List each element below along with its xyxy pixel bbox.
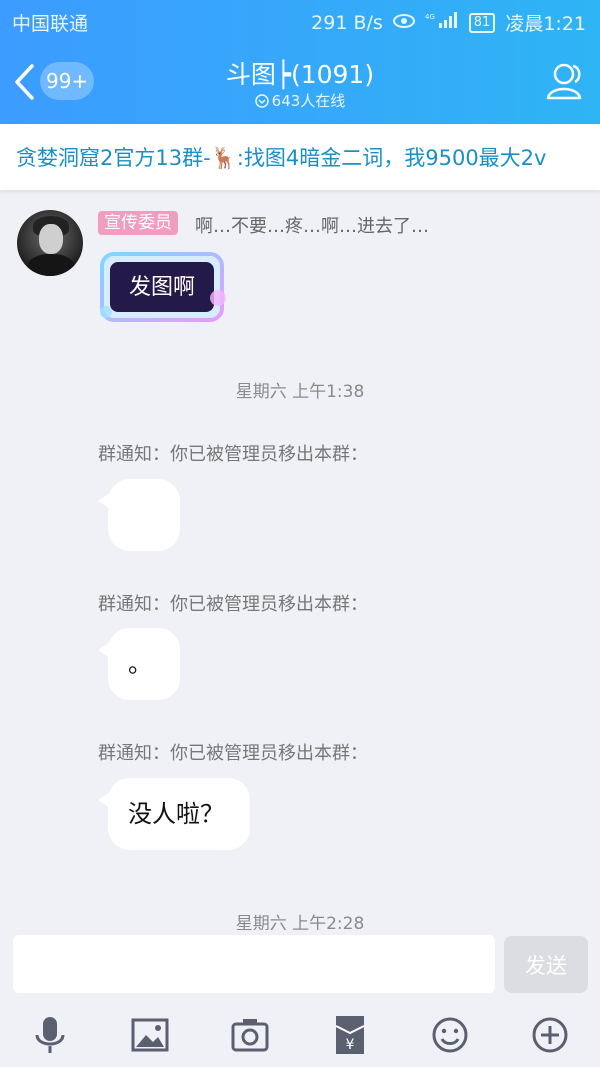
plus-icon[interactable] [530, 1013, 570, 1057]
message-bubble[interactable]: 。 [98, 628, 180, 700]
page-title: 斗图┝(1091) [225, 60, 375, 89]
sticker-image[interactable]: 发图啊 [96, 246, 234, 330]
sender-name[interactable]: 啊…不要…疼…啊…进去了… [195, 212, 429, 238]
timestamp: 星期六 上午1:38 [235, 382, 365, 402]
online-count: 643人在线 [0, 90, 600, 111]
system-notice: 群通知：你已被管理员移出本群： [98, 594, 368, 615]
system-notice: 群通知：你已被管理员移出本群： [98, 743, 368, 764]
camera-icon[interactable] [230, 1013, 270, 1057]
members-icon[interactable] [542, 60, 586, 104]
emoji-icon[interactable] [430, 1013, 470, 1057]
chat-header: 中国联通 291 B/s 4G 81 凌晨1:21 99+ 斗图┝(1091) … [0, 0, 600, 124]
signal-icon: 4G [425, 11, 459, 34]
eye-icon [392, 12, 415, 34]
status-bar: 中国联通 291 B/s 4G 81 凌晨1:21 [0, 0, 600, 40]
online-label: 643人在线 [271, 92, 346, 110]
microphone-icon[interactable] [30, 1013, 70, 1057]
red-packet-icon[interactable]: ¥ [330, 1013, 370, 1057]
group-notice-bar[interactable]: 贪婪洞窟2官方13群-🦌:找图4暗金二词，我9500最大2v [0, 124, 600, 190]
clock: 凌晨1:21 [505, 13, 586, 35]
network-speed: 291 B/s [311, 11, 383, 34]
network-type: 4G [425, 13, 435, 21]
input-toolbar: ¥ [0, 1005, 600, 1067]
image-icon[interactable] [130, 1013, 170, 1057]
online-status-icon [254, 94, 269, 108]
send-button[interactable]: 发送 [504, 936, 588, 993]
sticker-text: 发图啊 [129, 275, 195, 300]
message-bubble[interactable]: 没人啦？ [98, 778, 250, 850]
role-tag: 宣传委员 [98, 211, 178, 235]
system-notice: 群通知：你已被管理员移出本群： [98, 444, 368, 465]
avatar[interactable] [17, 210, 83, 276]
message-bubble[interactable] [98, 479, 180, 551]
carrier-name: 中国联通 [12, 13, 89, 35]
svg-text:¥: ¥ [346, 1037, 355, 1053]
message-input[interactable] [13, 935, 495, 993]
notice-text: 贪婪洞窟2官方13群-🦌:找图4暗金二词，我9500最大2v [16, 146, 547, 170]
battery-icon: 81 [468, 12, 496, 33]
